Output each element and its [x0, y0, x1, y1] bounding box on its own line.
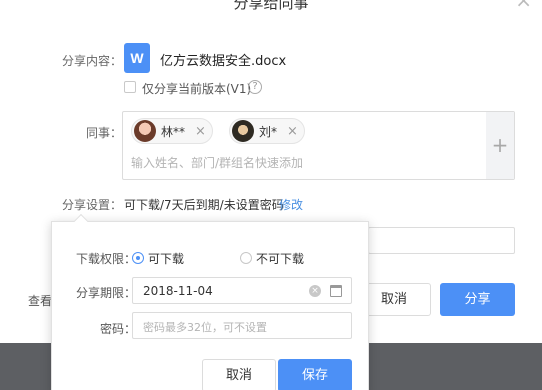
dialog-title: 分享给同事: [233, 0, 309, 12]
expiry-label: 分享期限：: [76, 286, 137, 300]
colleague-chip: 刘* ×: [229, 118, 305, 144]
modify-settings-link[interactable]: 修改: [279, 196, 303, 213]
remove-colleague-icon[interactable]: ×: [195, 124, 206, 139]
add-colleague-icon[interactable]: +: [486, 112, 514, 179]
radio-can-download[interactable]: [132, 252, 144, 264]
password-placeholder: 密码最多32位，可不设置: [143, 321, 267, 334]
password-label: 密码：: [100, 322, 137, 336]
popover-save-button[interactable]: 保存: [278, 359, 352, 390]
view-link[interactable]: 查看: [28, 292, 52, 309]
expiry-date-field[interactable]: 2018-11-04 ×: [132, 277, 352, 304]
radio-can-download-label[interactable]: 可下载: [148, 250, 184, 267]
colleague-name: 刘*: [259, 124, 278, 139]
content-label: 分享内容：: [62, 54, 123, 68]
settings-label: 分享设置：: [62, 198, 123, 212]
radio-no-download[interactable]: [240, 252, 252, 264]
share-settings-popover: 下载权限： 可下载 不可下载 分享期限： 2018-11-04 × 密码： 密码…: [51, 213, 369, 390]
word-file-icon: W: [124, 43, 150, 73]
obscured-input[interactable]: [368, 227, 515, 254]
help-icon[interactable]: ?: [248, 80, 262, 94]
expiry-date-value: 2018-11-04: [143, 284, 213, 298]
remove-colleague-icon[interactable]: ×: [287, 124, 298, 139]
colleague-search-placeholder[interactable]: 输入姓名、部门/群组名快速添加: [131, 154, 303, 171]
file-name: 亿方云数据安全.docx: [160, 54, 287, 69]
share-button[interactable]: 分享: [440, 283, 515, 316]
calendar-icon[interactable]: [330, 285, 342, 297]
settings-summary: 可下载/7天后到期/未设置密码: [124, 198, 284, 212]
close-icon[interactable]: ×: [515, 0, 532, 10]
avatar: [232, 120, 254, 142]
popover-cancel-button[interactable]: 取消: [202, 359, 276, 390]
colleagues-label: 同事：: [86, 126, 123, 140]
avatar: [134, 120, 156, 142]
download-permission-label: 下载权限：: [76, 252, 137, 266]
colleague-name: 林**: [161, 124, 186, 139]
current-version-label[interactable]: 仅分享当前版本(V1): [142, 80, 251, 97]
clear-icon[interactable]: ×: [309, 285, 321, 297]
colleague-input-box[interactable]: 林** × 刘* × 输入姓名、部门/群组名快速添加 +: [122, 111, 515, 180]
password-field[interactable]: 密码最多32位，可不设置: [132, 312, 352, 339]
colleague-chip: 林** ×: [131, 118, 213, 144]
current-version-checkbox[interactable]: [124, 81, 136, 93]
radio-no-download-label[interactable]: 不可下载: [256, 250, 304, 267]
